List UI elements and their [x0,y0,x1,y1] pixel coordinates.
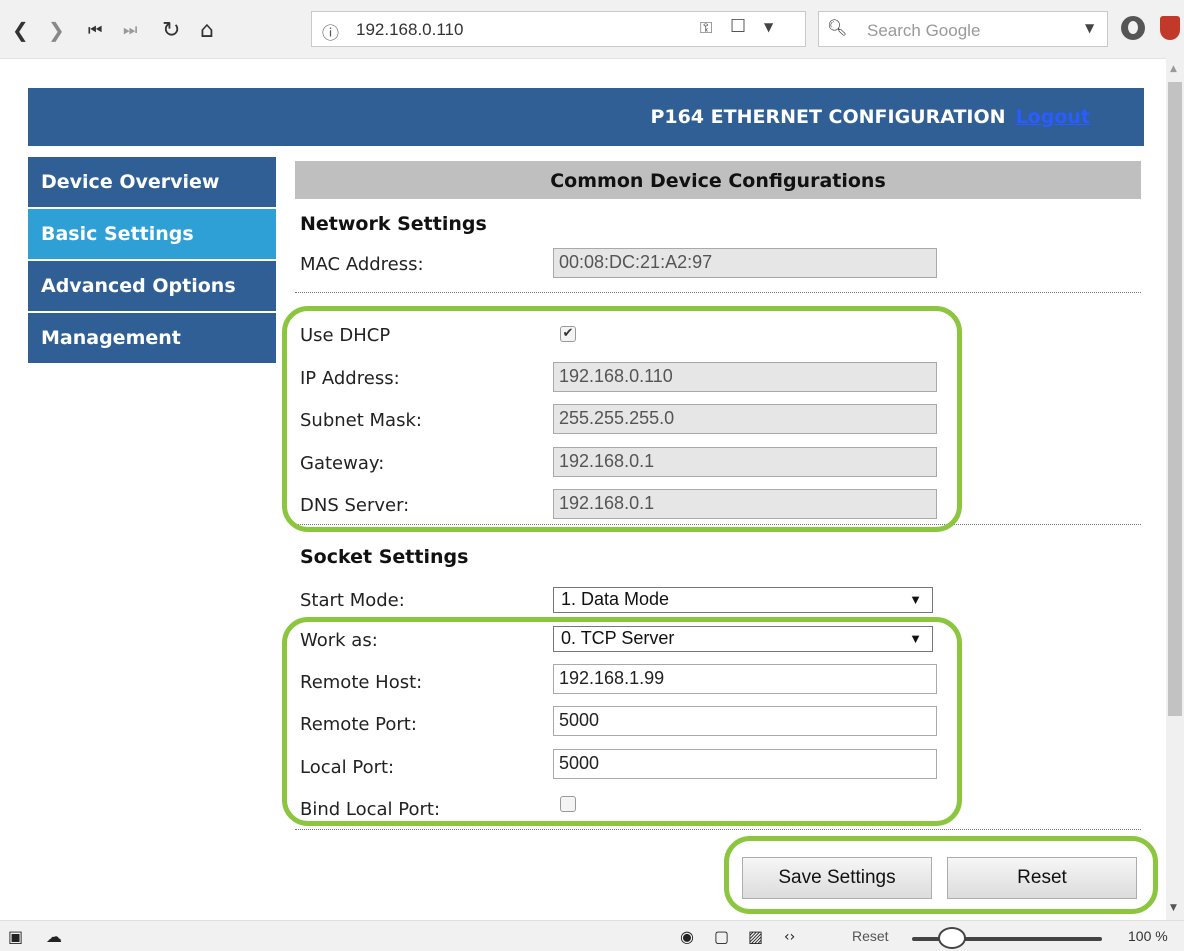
dns-server-field[interactable]: 192.168.0.1 [553,489,937,519]
gateway-field[interactable]: 192.168.0.1 [553,447,937,477]
divider [295,524,1141,525]
zoom-level: 100 % [1128,928,1168,944]
url-text[interactable]: 192.168.0.110 [356,20,463,40]
use-dhcp-checkbox[interactable]: ✔ [560,326,576,342]
back-icon[interactable]: ❮ [12,16,29,44]
search-icon[interactable]: 🔍︎ [827,18,847,37]
image-icon[interactable]: ▨ [748,927,763,946]
subnet-mask-label: Subnet Mask: [300,410,422,431]
extension-icon[interactable] [1160,16,1180,40]
dns-server-label: DNS Server: [300,495,410,516]
first-icon[interactable]: ⏮ [88,16,102,44]
section-title: Common Device Configurations [295,161,1141,199]
remote-port-label: Remote Port: [300,714,417,735]
sidebar-item-label: Management [41,327,181,349]
start-mode-label: Start Mode: [300,590,405,611]
last-icon[interactable]: ⏭ [123,16,137,44]
scroll-thumb[interactable] [1168,82,1182,716]
page-title-text: P164 ETHERNET CONFIGURATION [650,106,1006,128]
bind-local-port-checkbox[interactable] [560,796,576,812]
divider [295,292,1141,293]
remote-host-input[interactable]: 192.168.1.99 [553,664,937,694]
start-mode-value: 1. Data Mode [561,589,670,609]
mac-address-field[interactable]: 00:08:DC:21:A2:97 [553,248,937,278]
work-as-select[interactable]: 0. TCP Server ▼ [553,626,933,652]
sidebar-item-management[interactable]: Management [28,313,276,363]
work-as-label: Work as: [300,630,378,651]
code-icon[interactable]: ‹› [784,929,795,945]
address-bar[interactable]: ⓘ 192.168.0.110 ⚿ ☐ ▼ [311,11,806,47]
window-icon[interactable]: ▢ [714,927,729,946]
sidebar-item-label: Device Overview [41,171,220,193]
sidebar-item-label: Advanced Options [41,275,236,297]
zoom-reset-button[interactable]: Reset [852,928,889,944]
vertical-scrollbar[interactable]: ▲ ▼ [1166,58,1184,920]
local-port-input[interactable]: 5000 [553,749,937,779]
camera-icon[interactable]: ◉ [680,927,694,946]
forward-icon[interactable]: ❯ [48,16,65,44]
save-settings-button[interactable]: Save Settings [742,857,932,899]
cloud-icon[interactable]: ☁︎ [46,927,62,946]
zoom-slider-handle[interactable] [938,927,966,949]
page-title: P164 ETHERNET CONFIGURATION Logout [650,106,1090,128]
local-port-label: Local Port: [300,757,395,778]
search-placeholder[interactable]: Search Google [867,21,980,41]
divider [295,829,1141,830]
bind-local-port-label: Bind Local Port: [300,799,441,820]
panel-toggle-icon[interactable]: ▣ [8,927,23,946]
chevron-down-icon: ▼ [909,592,922,607]
profile-icon[interactable] [1121,16,1145,40]
work-as-value: 0. TCP Server [561,628,675,648]
info-icon[interactable]: ⓘ [322,19,339,44]
browser-toolbar: ❮ ❯ ⏮ ⏭ ↻ ⌂ ⓘ 192.168.0.110 ⚿ ☐ ▼ 🔍︎ Sea… [0,0,1184,59]
home-icon[interactable]: ⌂ [200,16,214,44]
logout-link[interactable]: Logout [1016,106,1090,128]
socket-settings-heading: Socket Settings [300,546,469,568]
browser-status-bar: ▣ ☁︎ ◉ ▢ ▨ ‹› Reset 100 % [0,920,1184,951]
scroll-up-icon[interactable]: ▲ [1170,64,1177,74]
subnet-mask-field[interactable]: 255.255.255.0 [553,404,937,434]
gateway-label: Gateway: [300,453,385,474]
ip-address-label: IP Address: [300,368,400,389]
sidebar-item-advanced-options[interactable]: Advanced Options [28,261,276,311]
search-dropdown-icon[interactable]: ▼ [1085,21,1094,35]
chevron-down-icon: ▼ [909,631,922,646]
scroll-down-icon[interactable]: ▼ [1170,903,1177,913]
sidebar-item-basic-settings[interactable]: Basic Settings [28,209,276,259]
start-mode-select[interactable]: 1. Data Mode ▼ [553,587,933,613]
page-header: P164 ETHERNET CONFIGURATION Logout [28,88,1144,146]
sidebar-item-device-overview[interactable]: Device Overview [28,157,276,207]
use-dhcp-label: Use DHCP [300,325,391,346]
bookmark-icon[interactable]: ☐ [730,16,746,37]
network-settings-heading: Network Settings [300,213,487,235]
reset-button[interactable]: Reset [947,857,1137,899]
ip-address-field[interactable]: 192.168.0.110 [553,362,937,392]
chevron-down-icon[interactable]: ▼ [764,20,773,34]
search-box[interactable]: 🔍︎ Search Google ▼ [818,11,1108,47]
remote-host-label: Remote Host: [300,672,423,693]
mac-address-label: MAC Address: [300,254,424,275]
sidebar-item-label: Basic Settings [41,223,194,245]
remote-port-input[interactable]: 5000 [553,706,937,736]
key-icon[interactable]: ⚿ [700,18,712,38]
reload-icon[interactable]: ↻ [162,16,180,44]
